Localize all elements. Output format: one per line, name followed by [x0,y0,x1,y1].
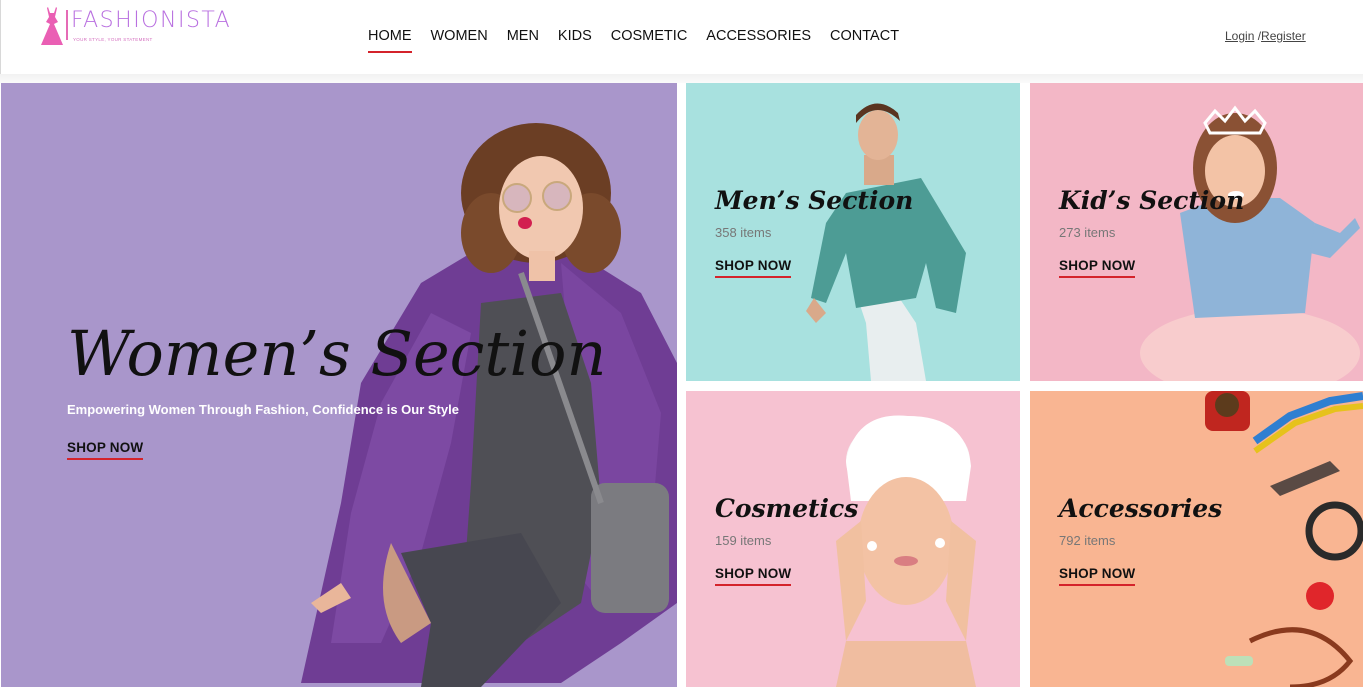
kids-item-count: 273 items [1059,225,1116,240]
register-link[interactable]: Register [1261,29,1306,43]
accessories-section-tile[interactable]: Accessories 792 items SHOP NOW [1030,391,1363,687]
site-header: FASHIONISTA YOUR STYLE, YOUR STATEMENT H… [0,0,1363,74]
dress-icon [41,7,63,45]
men-section-title: Men’s Section [715,186,914,215]
nav-item-contact[interactable]: CONTACT [830,27,899,45]
hero-title: Women’s Section [67,317,607,390]
cosmetics-item-count: 159 items [715,533,772,548]
nav-item-kids[interactable]: KIDS [558,27,592,45]
auth-links: Login /Register [1225,29,1306,43]
brand-name: FASHIONISTA [71,8,232,33]
nav-item-accessories[interactable]: ACCESSORIES [706,27,811,45]
nav-item-women[interactable]: WOMEN [431,27,488,45]
nav-item-men[interactable]: MEN [507,27,539,45]
kids-section-tile[interactable]: Kid’s Section 273 items SHOP NOW [1030,83,1363,381]
nav-item-home[interactable]: HOME [368,27,412,53]
kids-shop-now-button[interactable]: SHOP NOW [1059,258,1136,278]
accessories-section-title: Accessories [1059,494,1223,523]
login-link[interactable]: Login [1225,29,1254,43]
cosmetics-shop-now-button[interactable]: SHOP NOW [715,566,792,586]
brand-logo[interactable]: FASHIONISTA YOUR STYLE, YOUR STATEMENT [37,4,237,48]
main-nav: HOME WOMEN MEN KIDS COSMETIC ACCESSORIES… [368,27,918,53]
hero-subtitle: Empowering Women Through Fashion, Confid… [67,402,459,417]
cosmetics-section-tile[interactable]: Cosmetics 159 items SHOP NOW [686,391,1020,687]
nav-item-cosmetic[interactable]: COSMETIC [611,27,688,45]
brand-tagline: YOUR STYLE, YOUR STATEMENT [73,37,153,42]
accessories-shop-now-button[interactable]: SHOP NOW [1059,566,1136,586]
header-shadow [0,74,1363,83]
hero-shop-now-button[interactable]: SHOP NOW [67,440,144,460]
men-shop-now-button[interactable]: SHOP NOW [715,258,792,278]
logo-divider [66,10,68,40]
cosmetics-section-title: Cosmetics [715,494,859,523]
men-item-count: 358 items [715,225,772,240]
women-section-tile[interactable]: Women’s Section Empowering Women Through… [1,83,677,687]
accessories-item-count: 792 items [1059,533,1116,548]
kids-section-title: Kid’s Section [1059,186,1245,215]
men-section-tile[interactable]: Men’s Section 358 items SHOP NOW [686,83,1020,381]
